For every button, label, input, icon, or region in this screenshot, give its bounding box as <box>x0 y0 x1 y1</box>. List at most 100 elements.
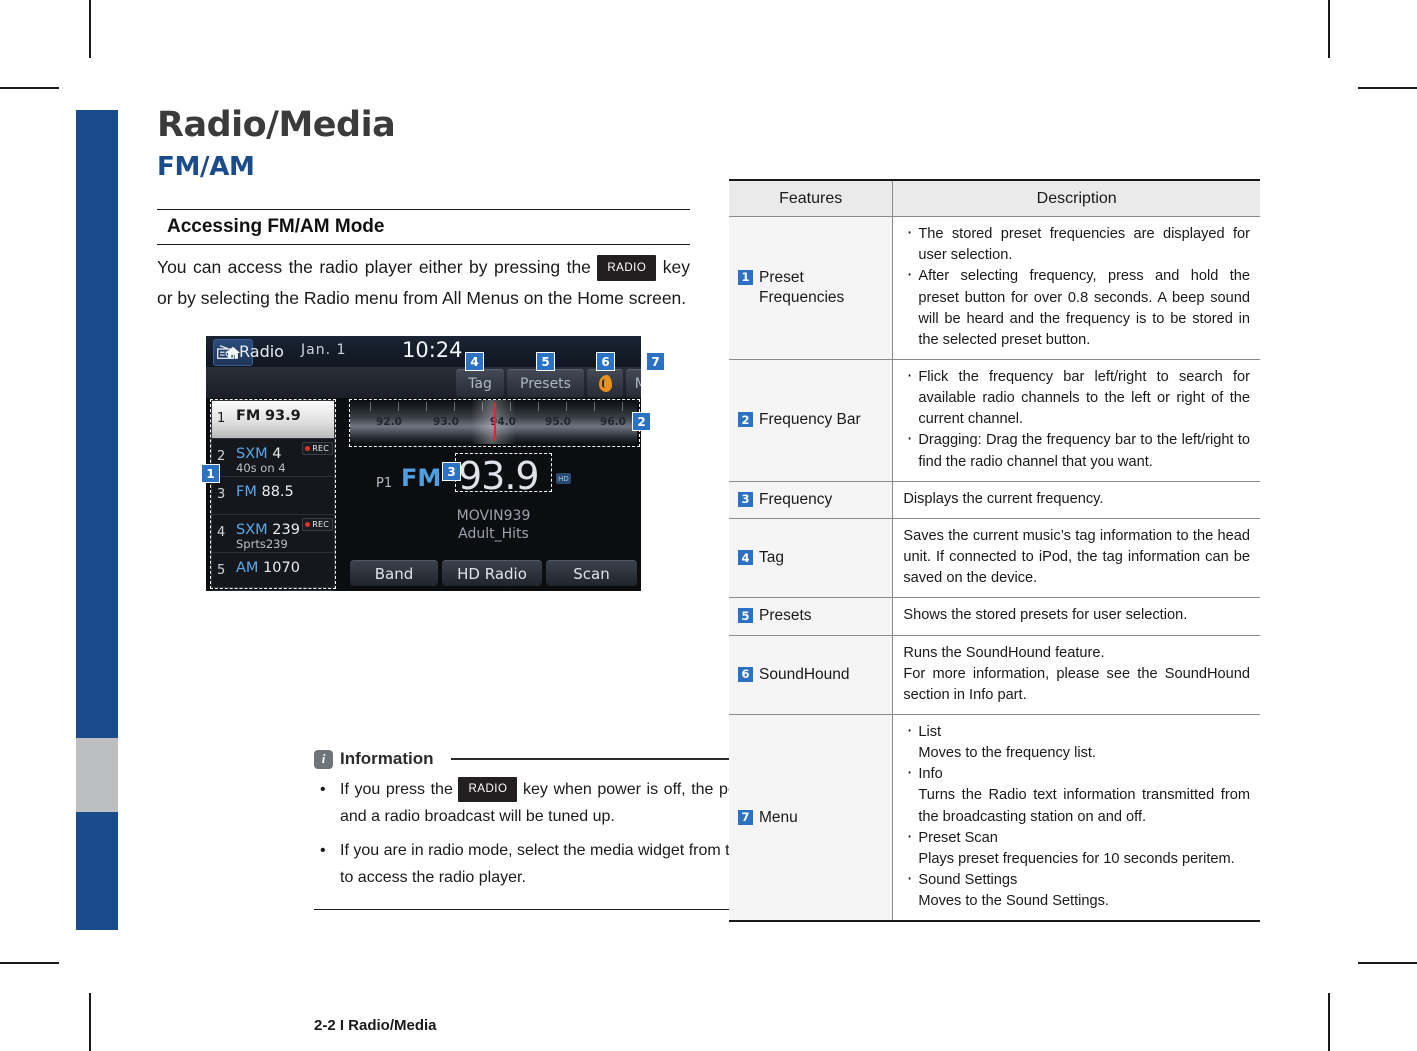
preset-number: 5 <box>217 563 226 579</box>
table-cell-description: Saves the current music’s tag informatio… <box>892 517 1260 599</box>
callout-badge-3: 3 <box>442 462 461 482</box>
table-cell-feature: 6 SoundHound <box>729 634 894 716</box>
band-button[interactable]: Band <box>350 560 438 587</box>
frequency-tick <box>482 402 483 412</box>
table-row: 4 Tag Saves the current music’s tag inform… <box>729 517 1260 599</box>
info-text-before: If you press the <box>340 781 453 798</box>
preset-list-item[interactable]: 1 FM 93.9 <box>212 401 334 440</box>
table-cell-description: Flick the frequency bar left/right to se… <box>892 358 1260 482</box>
table-cell-feature: 4 Tag <box>729 517 894 599</box>
feature-name: Frequency Bar <box>759 411 861 429</box>
scan-button[interactable]: Scan <box>546 560 637 587</box>
crop-mark-bottom-right-horizontal <box>1358 962 1417 964</box>
table-badge-3: 3 <box>738 491 753 507</box>
page-title: Radio/Media <box>157 105 396 145</box>
frequency-needle <box>493 403 496 442</box>
feature-cell-inner: 7 Menu <box>738 808 886 828</box>
description-subline: Moves to the Sound Settings. <box>918 893 1109 910</box>
preset-main: SXM 4 <box>236 446 282 462</box>
spine-segment-blue-bottom <box>76 812 118 930</box>
description-bullet: Flick the frequency bar left/right to se… <box>903 365 1250 430</box>
crop-mark-top-right-vertical <box>1328 0 1330 58</box>
table-row: 6 SoundHound Runs the SoundHound feature. F… <box>729 634 1260 716</box>
crop-mark-bottom-left-vertical <box>89 993 91 1051</box>
menu-button[interactable]: Menu <box>626 369 641 398</box>
feature-name: SoundHound <box>759 665 850 683</box>
table-body: 1 PresetFrequencies The stored preset freq… <box>729 216 1260 923</box>
current-band-label: FM <box>401 464 442 493</box>
preset-subtitle: Sprts239 <box>236 537 288 552</box>
frequency-tick-label: 95.0 <box>545 416 571 429</box>
rec-badge: REC <box>302 518 333 532</box>
status-clock: 10:24 <box>402 338 463 363</box>
description-bullet: List <box>903 720 1250 743</box>
preset-list-item[interactable]: 2 SXM 4 40s on 4 REC <box>212 439 334 478</box>
feature-name: Frequency <box>759 490 833 508</box>
table-header-row: Features Description <box>729 179 1260 218</box>
feature-cell-inner: 1 Preset Frequencies <box>738 268 886 308</box>
callout-badge-2: 2 <box>632 412 651 432</box>
callout-badge-7: 7 <box>646 352 665 372</box>
callout-badge-5: 5 <box>536 352 555 372</box>
table-cell-description: Shows the stored presets for user select… <box>892 597 1260 636</box>
preset-number: 1 <box>217 411 226 427</box>
subhead-block: Accessing FM/AM Mode <box>157 209 690 245</box>
callout-badge-6: 6 <box>596 352 615 372</box>
frequency-tick <box>454 402 455 412</box>
hd-radio-icon: HD <box>556 473 571 485</box>
radio-icon <box>217 345 234 360</box>
crop-mark-top-left-vertical <box>89 0 91 58</box>
preset-frequency: 93.9 <box>264 408 301 425</box>
radio-key-cap: RADIO <box>458 777 518 803</box>
station-name: MOVIN939 <box>456 508 531 525</box>
description-bullet: Sound Settings <box>903 868 1250 891</box>
tag-button[interactable]: Tag <box>456 369 504 398</box>
left-column: Radio/Media FM/AM Accessing FM/AM Mode Y… <box>157 104 847 1034</box>
preset-frequency: 239 <box>272 522 300 539</box>
crop-mark-bottom-right-vertical <box>1328 993 1330 1051</box>
frequency-tick <box>398 402 399 412</box>
frequency-tick <box>510 402 511 412</box>
preset-frequency: 4 <box>272 446 282 463</box>
table-cell-feature: 3 Frequency <box>729 480 894 519</box>
current-preset-label: P1 <box>376 476 393 492</box>
description-bullet: The stored preset frequencies are displa… <box>903 222 1250 266</box>
table-badge-2: 2 <box>738 412 753 428</box>
soundhound-button[interactable] <box>587 369 623 398</box>
feature-cell-inner: 3 Frequency <box>738 490 886 510</box>
preset-number: 4 <box>217 525 226 541</box>
preset-frequency: 88.5 <box>261 484 294 501</box>
table-row: 1 PresetFrequencies The stored preset freq… <box>729 216 1260 360</box>
preset-number: 3 <box>217 487 226 503</box>
feature-cell-inner: 5 Presets <box>738 606 886 626</box>
body-paragraph: You can access the radio player either b… <box>157 252 690 314</box>
table-row: 2 Frequency Bar Flick the frequency bar le… <box>729 358 1260 482</box>
frequency-tick-label: 92.0 <box>376 416 402 429</box>
rec-badge: REC <box>302 442 333 456</box>
rec-label: REC <box>312 444 329 454</box>
rec-dot-icon <box>305 446 311 452</box>
preset-band: FM <box>236 408 261 425</box>
table-cell-feature: 1 Preset Frequencies <box>729 216 894 360</box>
description-bullet: Preset Scan <box>903 826 1250 849</box>
rec-dot-icon <box>305 522 311 528</box>
description-text: Saves the current music’s tag informatio… <box>903 527 1250 587</box>
hd-radio-button[interactable]: HD Radio <box>442 560 542 587</box>
radio-screenshot-figure: Jan. 1 10:24 Radio Tag Presets M 1 FM 93… <box>201 336 665 592</box>
frequency-bar[interactable]: 92.0 93.0 94.0 95.0 96.0 <box>350 400 637 445</box>
table-cell-feature: 5 Presets <box>729 597 894 636</box>
chapter-spine <box>76 110 118 930</box>
radio-head-unit-ui: Jan. 1 10:24 Radio Tag Presets M 1 FM 93… <box>206 336 641 592</box>
table-badge-4: 4 <box>738 550 753 566</box>
table-cell-feature: 7 Menu <box>729 714 894 923</box>
feature-name: Menu <box>759 808 798 826</box>
description-text: Shows the stored presets for user select… <box>903 607 1188 624</box>
station-genre: Adult_Hits <box>458 526 529 543</box>
table-header-description: Description <box>892 179 1260 218</box>
preset-list-item[interactable]: 3 FM 88.5 <box>212 477 334 516</box>
presets-button[interactable]: Presets <box>507 369 584 398</box>
preset-band: FM <box>236 484 257 501</box>
preset-band: AM <box>236 560 259 577</box>
preset-list-item[interactable]: 4 SXM 239 Sprts239 REC <box>212 515 334 554</box>
preset-list-item[interactable]: 5 AM 1070 <box>212 553 334 592</box>
